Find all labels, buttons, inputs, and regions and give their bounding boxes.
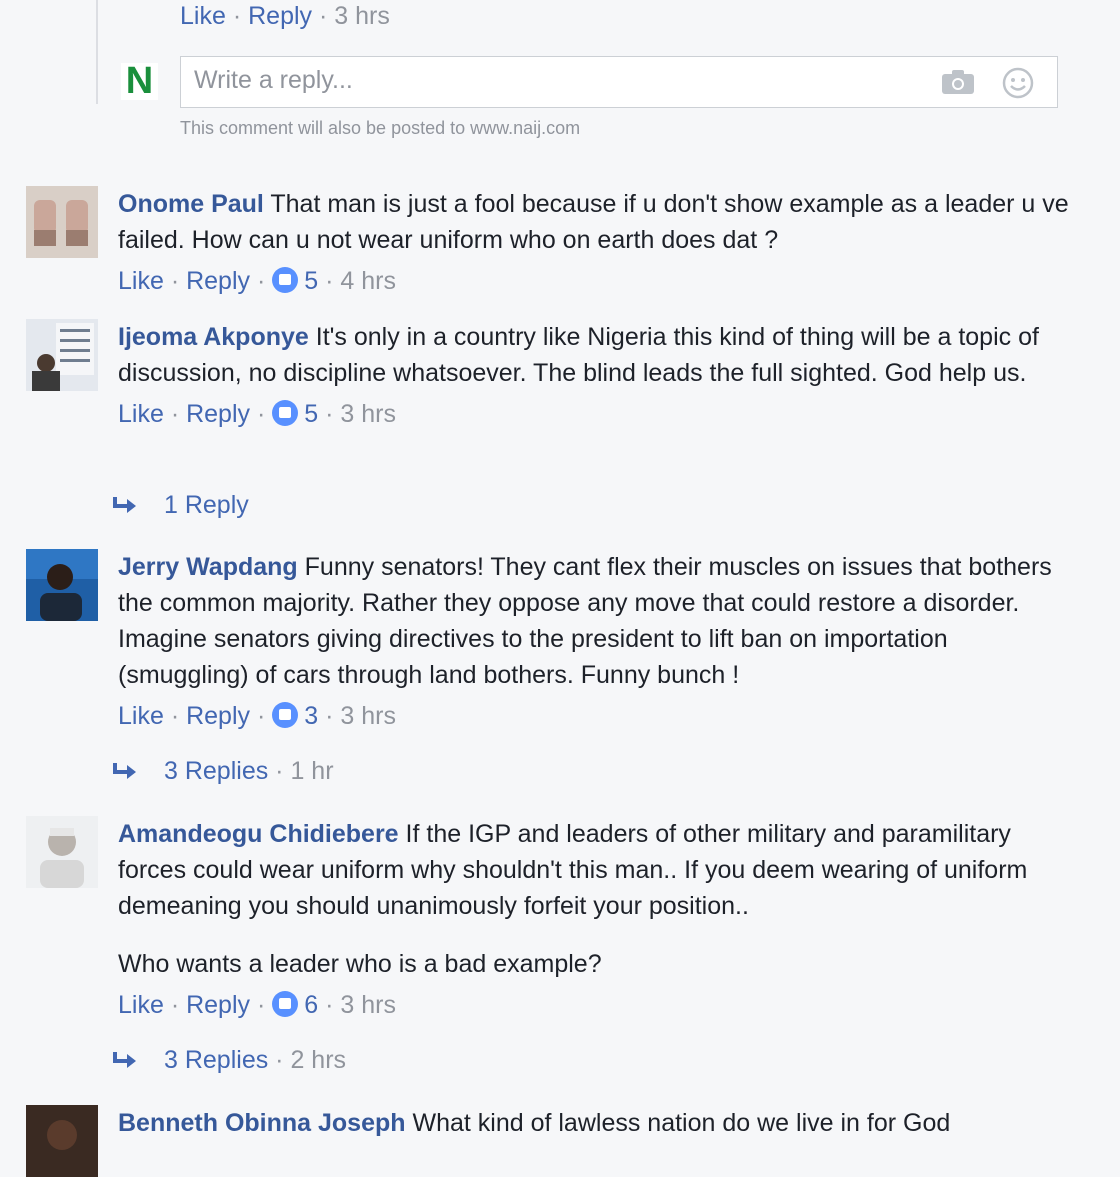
comment-text: What kind of lawless nation do we live i… [412, 1109, 951, 1137]
replies-count[interactable]: 3 Replies [164, 1046, 268, 1074]
like-count[interactable]: 6 [304, 991, 318, 1019]
emoji-icon[interactable] [1002, 67, 1034, 99]
timestamp: 3 hrs [340, 400, 396, 428]
replies-count[interactable]: 3 Replies [164, 757, 268, 785]
avatar[interactable] [26, 549, 98, 621]
camera-icon[interactable] [941, 69, 975, 95]
avatar[interactable] [26, 816, 98, 888]
author-name[interactable]: Onome Paul [118, 190, 264, 218]
cross-post-note: This comment will also be posted to www.… [180, 118, 581, 138]
like-count[interactable]: 3 [304, 702, 318, 730]
comment-actions: Like · Reply · 3 · 3 hrs [118, 702, 396, 730]
like-link[interactable]: Like [180, 2, 226, 30]
reply-link[interactable]: Reply [186, 991, 250, 1019]
replies-time: 1 hr [290, 757, 334, 785]
timestamp: 3 hrs [334, 2, 390, 30]
reply-arrow-icon [113, 763, 136, 779]
like-icon [272, 991, 299, 1017]
avatar[interactable] [26, 186, 98, 258]
reply-link[interactable]: Reply [186, 702, 250, 730]
like-count[interactable]: 5 [304, 400, 318, 428]
author-name[interactable]: Jerry Wapdang [118, 553, 298, 581]
replies-count[interactable]: 1 Reply [164, 491, 249, 519]
separator: · [318, 2, 328, 30]
reply-link[interactable]: Reply [248, 2, 312, 30]
author-name[interactable]: Ijeoma Akponye [118, 323, 309, 351]
like-icon [272, 400, 299, 426]
separator: · [232, 2, 242, 30]
avatar[interactable] [26, 319, 98, 391]
comment-actions: Like · Reply · 5 · 4 hrs [118, 267, 396, 295]
thread-line [96, 0, 98, 104]
like-link[interactable]: Like [118, 702, 164, 730]
like-link[interactable]: Like [118, 267, 164, 295]
reply-input[interactable]: Write a reply... [180, 56, 1058, 108]
like-link[interactable]: Like [118, 991, 164, 1019]
comment-actions: Like · Reply · 5 · 3 hrs [118, 400, 396, 428]
reply-link[interactable]: Reply [186, 267, 250, 295]
like-icon [272, 702, 299, 728]
comment-text-paragraph: Who wants a leader who is a bad example? [118, 950, 602, 978]
view-replies[interactable]: 3 Replies · 1 hr [112, 754, 334, 788]
timestamp: 3 hrs [340, 702, 396, 730]
like-icon [272, 267, 299, 293]
reply-arrow-icon [113, 1052, 136, 1068]
reply-arrow-icon [113, 497, 136, 513]
author-name[interactable]: Benneth Obinna Joseph [118, 1109, 406, 1137]
like-count[interactable]: 5 [304, 267, 318, 295]
site-logo-avatar: N [121, 62, 158, 100]
view-replies[interactable]: 1 Reply [112, 488, 249, 522]
reply-actions: Like · Reply · 3 hrs [180, 0, 390, 32]
avatar[interactable] [26, 1105, 98, 1177]
reply-placeholder: Write a reply... [194, 66, 353, 94]
reply-link[interactable]: Reply [186, 400, 250, 428]
comment-actions: Like · Reply · 6 · 3 hrs [118, 991, 396, 1019]
replies-time: 2 hrs [290, 1046, 347, 1074]
author-name[interactable]: Amandeogu Chidiebere [118, 820, 399, 848]
like-link[interactable]: Like [118, 400, 164, 428]
view-replies[interactable]: 3 Replies · 2 hrs [112, 1043, 346, 1077]
timestamp: 3 hrs [340, 991, 396, 1019]
timestamp: 4 hrs [340, 267, 396, 295]
